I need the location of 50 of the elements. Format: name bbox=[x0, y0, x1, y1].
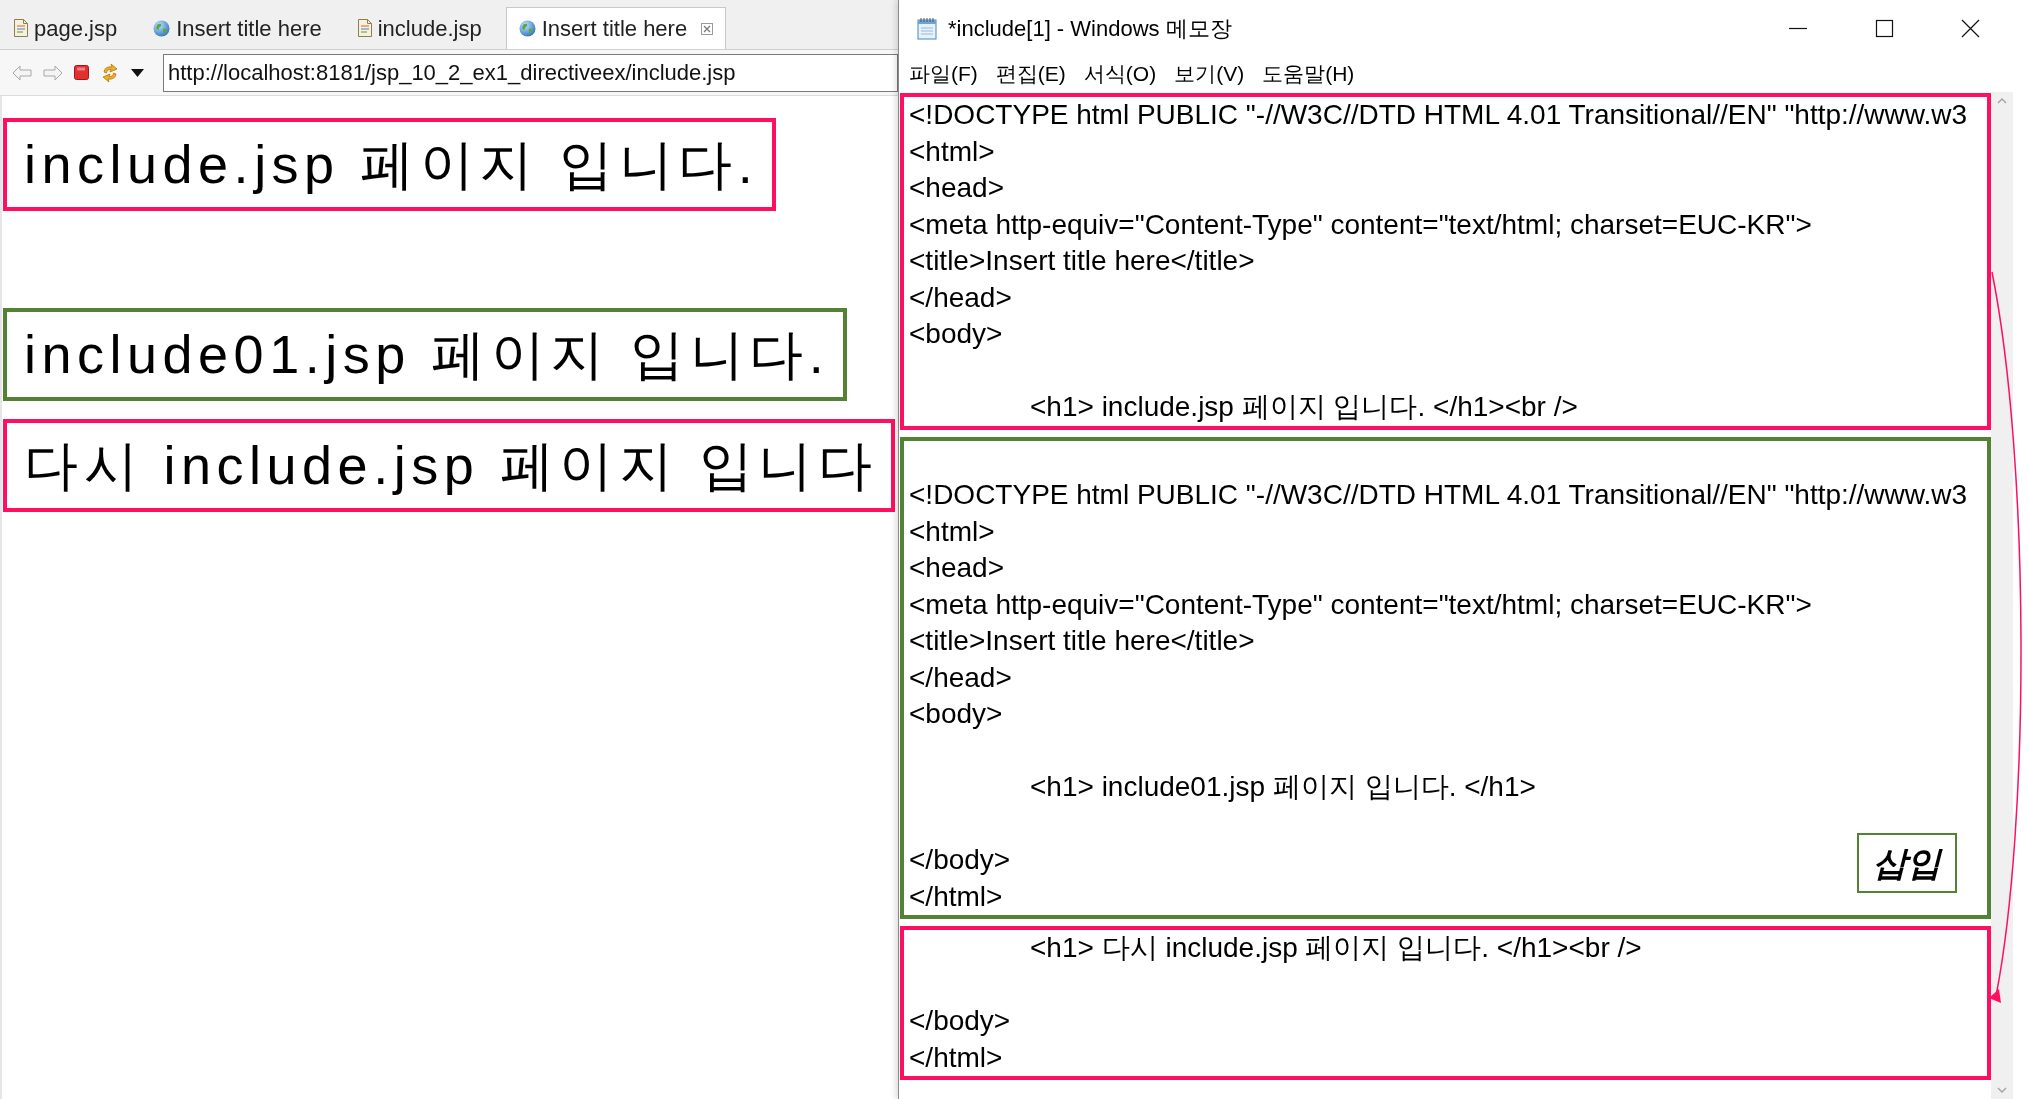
callout-label: 삽입 bbox=[1857, 833, 1957, 893]
code-line: <body> bbox=[909, 697, 1003, 731]
code-line: <title>Insert title here</title> bbox=[909, 244, 1255, 278]
notepad-icon bbox=[915, 16, 939, 40]
browser-tab[interactable]: Insert title here bbox=[141, 7, 334, 49]
code-line: </html> bbox=[909, 879, 1003, 914]
code-line: <head> bbox=[909, 551, 1004, 585]
file-icon bbox=[14, 19, 28, 37]
vertical-scrollbar[interactable] bbox=[1991, 92, 2013, 1099]
stop-icon[interactable] bbox=[74, 65, 89, 80]
menu-item[interactable]: 파일(F) bbox=[909, 58, 978, 90]
page-heading: include01.jsp 페이지 입니다. bbox=[3, 308, 848, 401]
code-line: <head> bbox=[909, 171, 1004, 205]
code-line: <html> bbox=[909, 134, 995, 169]
forward-arrow-icon[interactable] bbox=[43, 64, 63, 81]
code-line: </html> bbox=[909, 1040, 1003, 1075]
menu-item[interactable]: 보기(V) bbox=[1174, 58, 1245, 90]
code-line: <meta http-equiv="Content-Type" content="text/html; charset=EUC-KR"> bbox=[909, 207, 1812, 242]
page-heading: 다시 include.jsp 페이지 입니다 bbox=[3, 419, 896, 512]
code-line: <h1> include.jsp 페이지 입니다. </h1><br /> bbox=[1029, 390, 1578, 424]
globe-icon bbox=[153, 19, 171, 37]
menu-item[interactable]: 서식(O) bbox=[1083, 58, 1157, 90]
code-line: <!DOCTYPE html PUBLIC "-//W3C//DTD HTML 4.01 Transitional//EN" "http://www.w3 bbox=[909, 478, 1968, 512]
code-line: <title>Insert title here</title> bbox=[909, 624, 1255, 658]
window-title: *include[1] - Windows 메모장 bbox=[948, 14, 1232, 43]
menu-item[interactable]: 도움말(H) bbox=[1262, 58, 1355, 90]
close-icon[interactable] bbox=[701, 22, 714, 35]
refresh-icon[interactable] bbox=[100, 62, 120, 83]
page-heading: include.jsp 페이지 입니다. bbox=[3, 118, 777, 211]
code-line: <h1> 다시 include.jsp 페이지 입니다. </h1><br /> bbox=[1029, 931, 1642, 965]
browser-tab[interactable]: include.jsp bbox=[345, 7, 494, 49]
back-arrow-icon[interactable] bbox=[12, 64, 32, 81]
code-line: </head> bbox=[909, 280, 1012, 315]
globe-icon bbox=[518, 20, 536, 37]
code-line: <h1> include01.jsp 페이지 입니다. </h1> bbox=[1029, 770, 1536, 804]
file-icon bbox=[357, 19, 372, 37]
scroll-down-icon[interactable] bbox=[1997, 1087, 2007, 1093]
scroll-up-icon[interactable] bbox=[1997, 98, 2007, 104]
code-line: </body> bbox=[909, 1004, 1011, 1038]
code-line: <meta http-equiv="Content-Type" content="text/html; charset=EUC-KR"> bbox=[909, 587, 1812, 622]
code-line: <body> bbox=[909, 317, 1003, 351]
code-line: </head> bbox=[909, 660, 1012, 695]
caret-icon[interactable] bbox=[131, 68, 144, 77]
code-line: <html> bbox=[909, 514, 995, 549]
browser-tab[interactable]: page.jsp bbox=[2, 7, 130, 49]
browser-tab[interactable]: Insert title here bbox=[505, 7, 727, 49]
address-field[interactable]: http://localhost:8181/jsp_10_2_ex1_directiveex/include.jsp bbox=[163, 53, 898, 92]
code-line: <!DOCTYPE html PUBLIC "-//W3C//DTD HTML 4.01 Transitional//EN" "http://www.w3 bbox=[909, 98, 1968, 132]
code-line: </body> bbox=[909, 843, 1011, 877]
menu-item[interactable]: 편집(E) bbox=[995, 58, 1066, 90]
